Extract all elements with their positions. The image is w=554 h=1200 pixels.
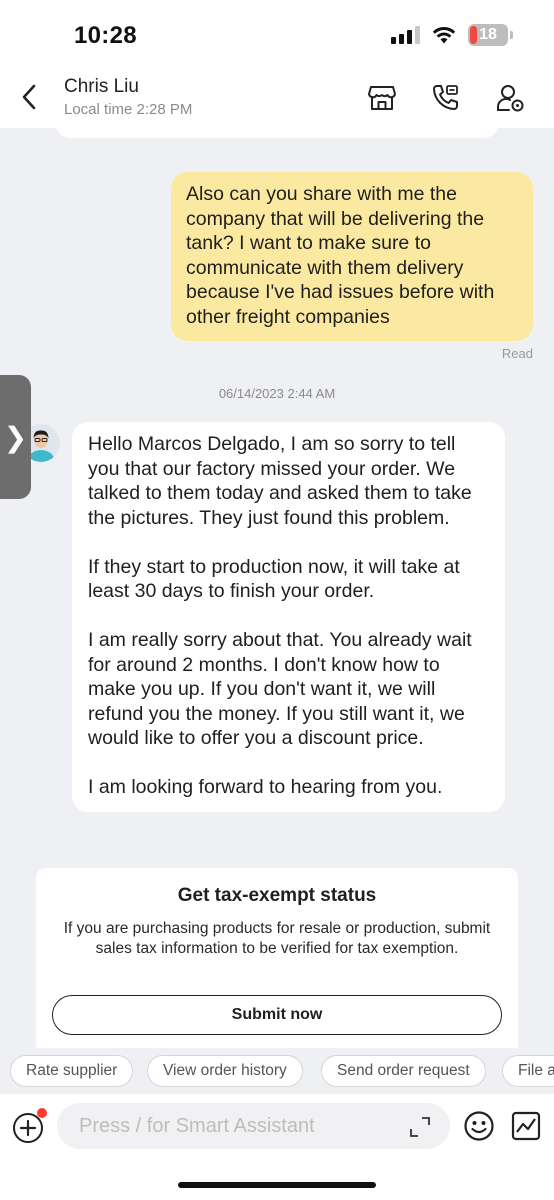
- incoming-message-paragraph: Hello Marcos Delgado, I am so sorry to t…: [88, 433, 472, 529]
- incoming-message-paragraph: I am looking forward to hearing from you…: [88, 776, 443, 798]
- chip-file-a[interactable]: File a: [502, 1055, 554, 1087]
- sticker-icon: [511, 1111, 541, 1141]
- chevron-right-icon: ❯: [3, 421, 28, 453]
- quick-actions-bar: Rate supplier View order history Send or…: [0, 1048, 554, 1094]
- status-indicators: 18: [391, 24, 513, 46]
- contact-icon: [496, 85, 524, 112]
- back-icon: [22, 84, 36, 110]
- read-receipt: Read: [501, 346, 533, 361]
- chip-view-order-history[interactable]: View order history: [147, 1055, 303, 1087]
- contact-local-time: Local time 2:28 PM: [64, 101, 193, 118]
- signal-icon: [391, 26, 420, 44]
- message-timestamp: 06/14/2023 2:44 AM: [218, 386, 336, 401]
- outgoing-message[interactable]: Also can you share with me the company t…: [171, 172, 533, 341]
- side-drawer-tab[interactable]: ❯: [0, 375, 31, 499]
- phone-icon: [433, 85, 458, 110]
- sticker-button[interactable]: [510, 1110, 542, 1142]
- emoji-icon: [464, 1111, 494, 1141]
- tax-exempt-card: Get tax-exempt status If you are purchas…: [36, 868, 518, 1048]
- status-bar: 10:28 18: [0, 0, 554, 70]
- emoji-button[interactable]: [463, 1110, 495, 1142]
- battery-icon: 18: [468, 24, 513, 46]
- message-input[interactable]: [57, 1103, 450, 1149]
- chat-area[interactable]: Also can you share with me the company t…: [0, 128, 554, 1048]
- incoming-message-paragraph: If they start to production now, it will…: [88, 555, 460, 603]
- store-icon: [368, 86, 396, 110]
- outgoing-message-text: Also can you share with me the company t…: [186, 183, 495, 328]
- tax-card-title: Get tax-exempt status: [177, 885, 377, 906]
- expand-input-button[interactable]: [408, 1115, 432, 1139]
- message-composer: [0, 1094, 554, 1200]
- incoming-message[interactable]: Hello Marcos Delgado, I am so sorry to t…: [72, 422, 505, 812]
- contact-name[interactable]: Chris Liu: [64, 76, 139, 98]
- contact-profile-button[interactable]: [494, 82, 526, 114]
- back-button[interactable]: [14, 82, 44, 112]
- battery-level: 18: [479, 26, 497, 43]
- incoming-message-paragraph: I am really sorry about that. You alread…: [88, 629, 472, 749]
- chat-header: Chris Liu Local time 2:28 PM: [0, 70, 554, 128]
- chip-send-order-request[interactable]: Send order request: [321, 1055, 486, 1087]
- status-time: 10:28: [74, 22, 137, 49]
- call-button[interactable]: [429, 82, 461, 114]
- notification-dot: [37, 1108, 47, 1118]
- chip-rate-supplier[interactable]: Rate supplier: [10, 1055, 134, 1087]
- home-indicator: [178, 1182, 376, 1188]
- store-button[interactable]: [366, 82, 398, 114]
- submit-now-button[interactable]: Submit now: [52, 995, 502, 1035]
- wifi-icon: [432, 26, 456, 44]
- expand-icon: [410, 1117, 430, 1137]
- previous-message-bubble: [56, 128, 498, 138]
- tax-card-description: If you are purchasing products for resal…: [63, 920, 491, 957]
